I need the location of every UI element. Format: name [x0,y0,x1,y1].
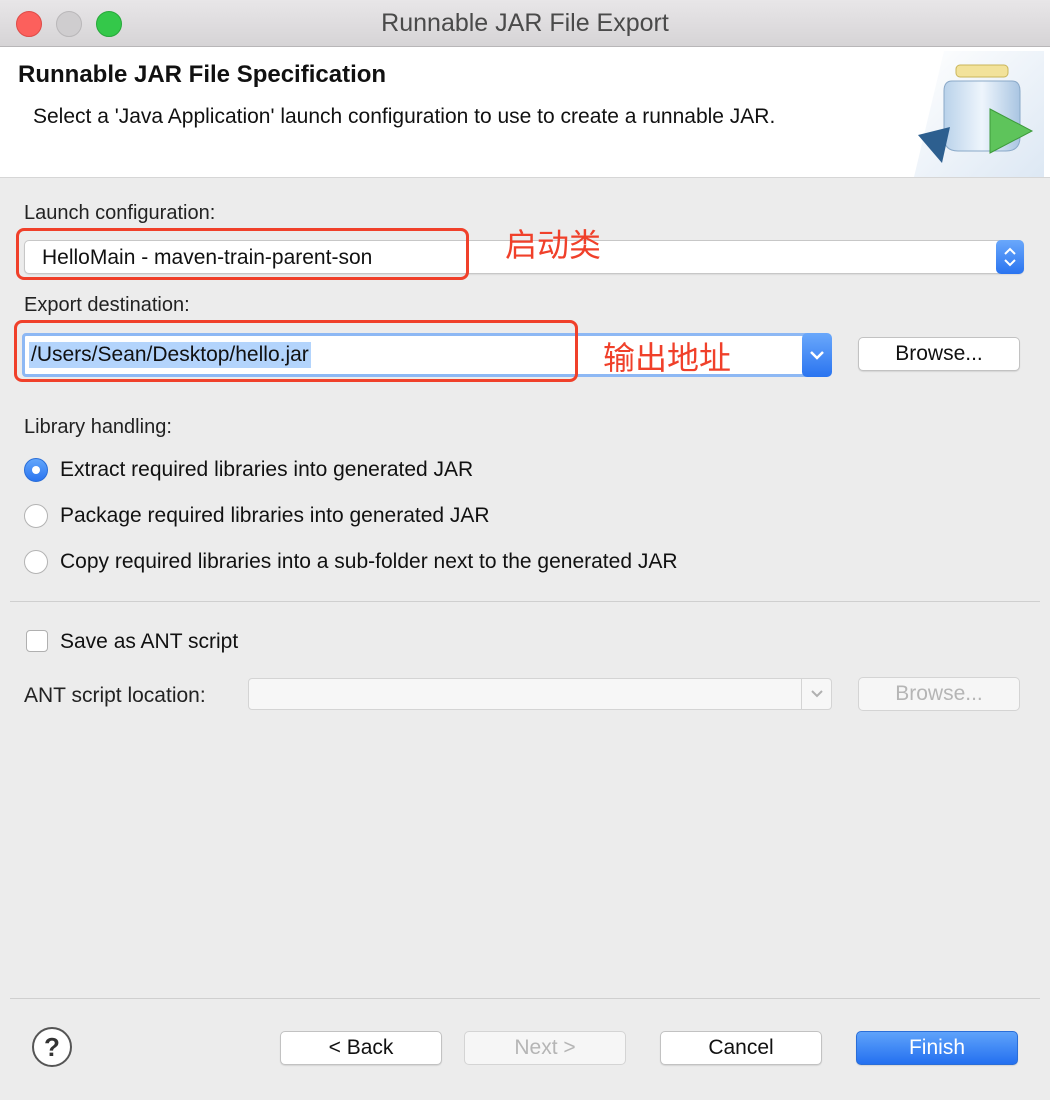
launch-config-dropdown-button[interactable] [996,240,1024,274]
export-browse-button[interactable]: Browse... [858,337,1020,371]
copy-libraries-label[interactable]: Copy required libraries into a sub-folde… [60,550,678,574]
divider [10,601,1040,602]
next-button: Next > [464,1031,626,1065]
page-description: Select a 'Java Application' launch confi… [33,105,776,128]
footer-divider [10,998,1040,999]
jar-export-icon [914,51,1044,177]
export-destination-label: Export destination: [24,294,190,316]
chevron-down-icon [810,351,824,360]
save-ant-script-label[interactable]: Save as ANT script [60,630,238,654]
updown-chevron-icon [1004,247,1016,267]
extract-libraries-label[interactable]: Extract required libraries into generate… [60,458,473,482]
ant-browse-button: Browse... [858,677,1020,711]
copy-libraries-radio[interactable] [24,550,48,574]
export-destination-dropdown-button[interactable] [802,333,832,377]
save-ant-script-checkbox[interactable] [26,630,48,652]
extract-libraries-radio[interactable] [24,458,48,482]
finish-button[interactable]: Finish [856,1031,1018,1065]
help-button[interactable]: ? [32,1027,72,1067]
chevron-down-icon [811,690,823,698]
ant-location-label: ANT script location: [24,684,206,707]
back-button[interactable]: < Back [280,1031,442,1065]
package-libraries-radio[interactable] [24,504,48,528]
export-annotation: 输出地址 [603,340,732,376]
export-annotation-box [14,320,578,382]
cancel-button[interactable]: Cancel [660,1031,822,1065]
launch-annotation: 启动类 [505,227,602,263]
ant-location-input [248,678,832,710]
wizard-header: Runnable JAR File Specification Select a… [0,47,1050,178]
launch-config-label: Launch configuration: [24,202,216,224]
title-bar: Runnable JAR File Export [0,0,1050,47]
page-title: Runnable JAR File Specification [18,61,387,88]
package-libraries-label[interactable]: Package required libraries into generate… [60,504,490,528]
window-title: Runnable JAR File Export [381,9,669,37]
ant-location-dropdown [801,678,832,710]
launch-annotation-box [16,228,469,280]
library-handling-label: Library handling: [24,416,172,438]
